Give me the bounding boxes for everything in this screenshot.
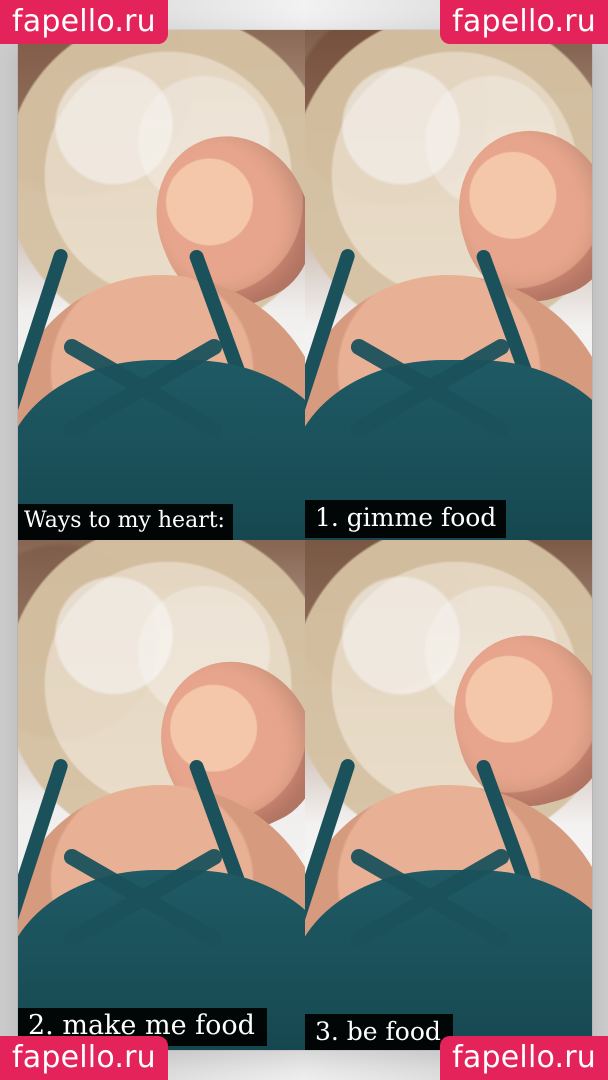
caption-4: 3. be food bbox=[305, 1014, 453, 1050]
photo-collage: Ways to my heart: 1. gimme food 2. make … bbox=[18, 30, 592, 1050]
photo-1 bbox=[18, 30, 305, 540]
collage-tile-4: 3. be food bbox=[305, 540, 592, 1050]
photo-2 bbox=[305, 30, 592, 540]
photo-3 bbox=[18, 540, 305, 1050]
caption-1: Ways to my heart: bbox=[18, 504, 233, 540]
watermark-top-left: fapello.ru bbox=[0, 0, 168, 44]
watermark-bottom-right: fapello.ru bbox=[440, 1036, 608, 1080]
photo-4 bbox=[305, 540, 592, 1050]
collage-tile-1: Ways to my heart: bbox=[18, 30, 305, 540]
watermark-bottom-left: fapello.ru bbox=[0, 1036, 168, 1080]
collage-tile-2: 1. gimme food bbox=[305, 30, 592, 540]
collage-tile-3: 2. make me food bbox=[18, 540, 305, 1050]
caption-2: 1. gimme food bbox=[305, 500, 507, 538]
watermark-top-right: fapello.ru bbox=[440, 0, 608, 44]
